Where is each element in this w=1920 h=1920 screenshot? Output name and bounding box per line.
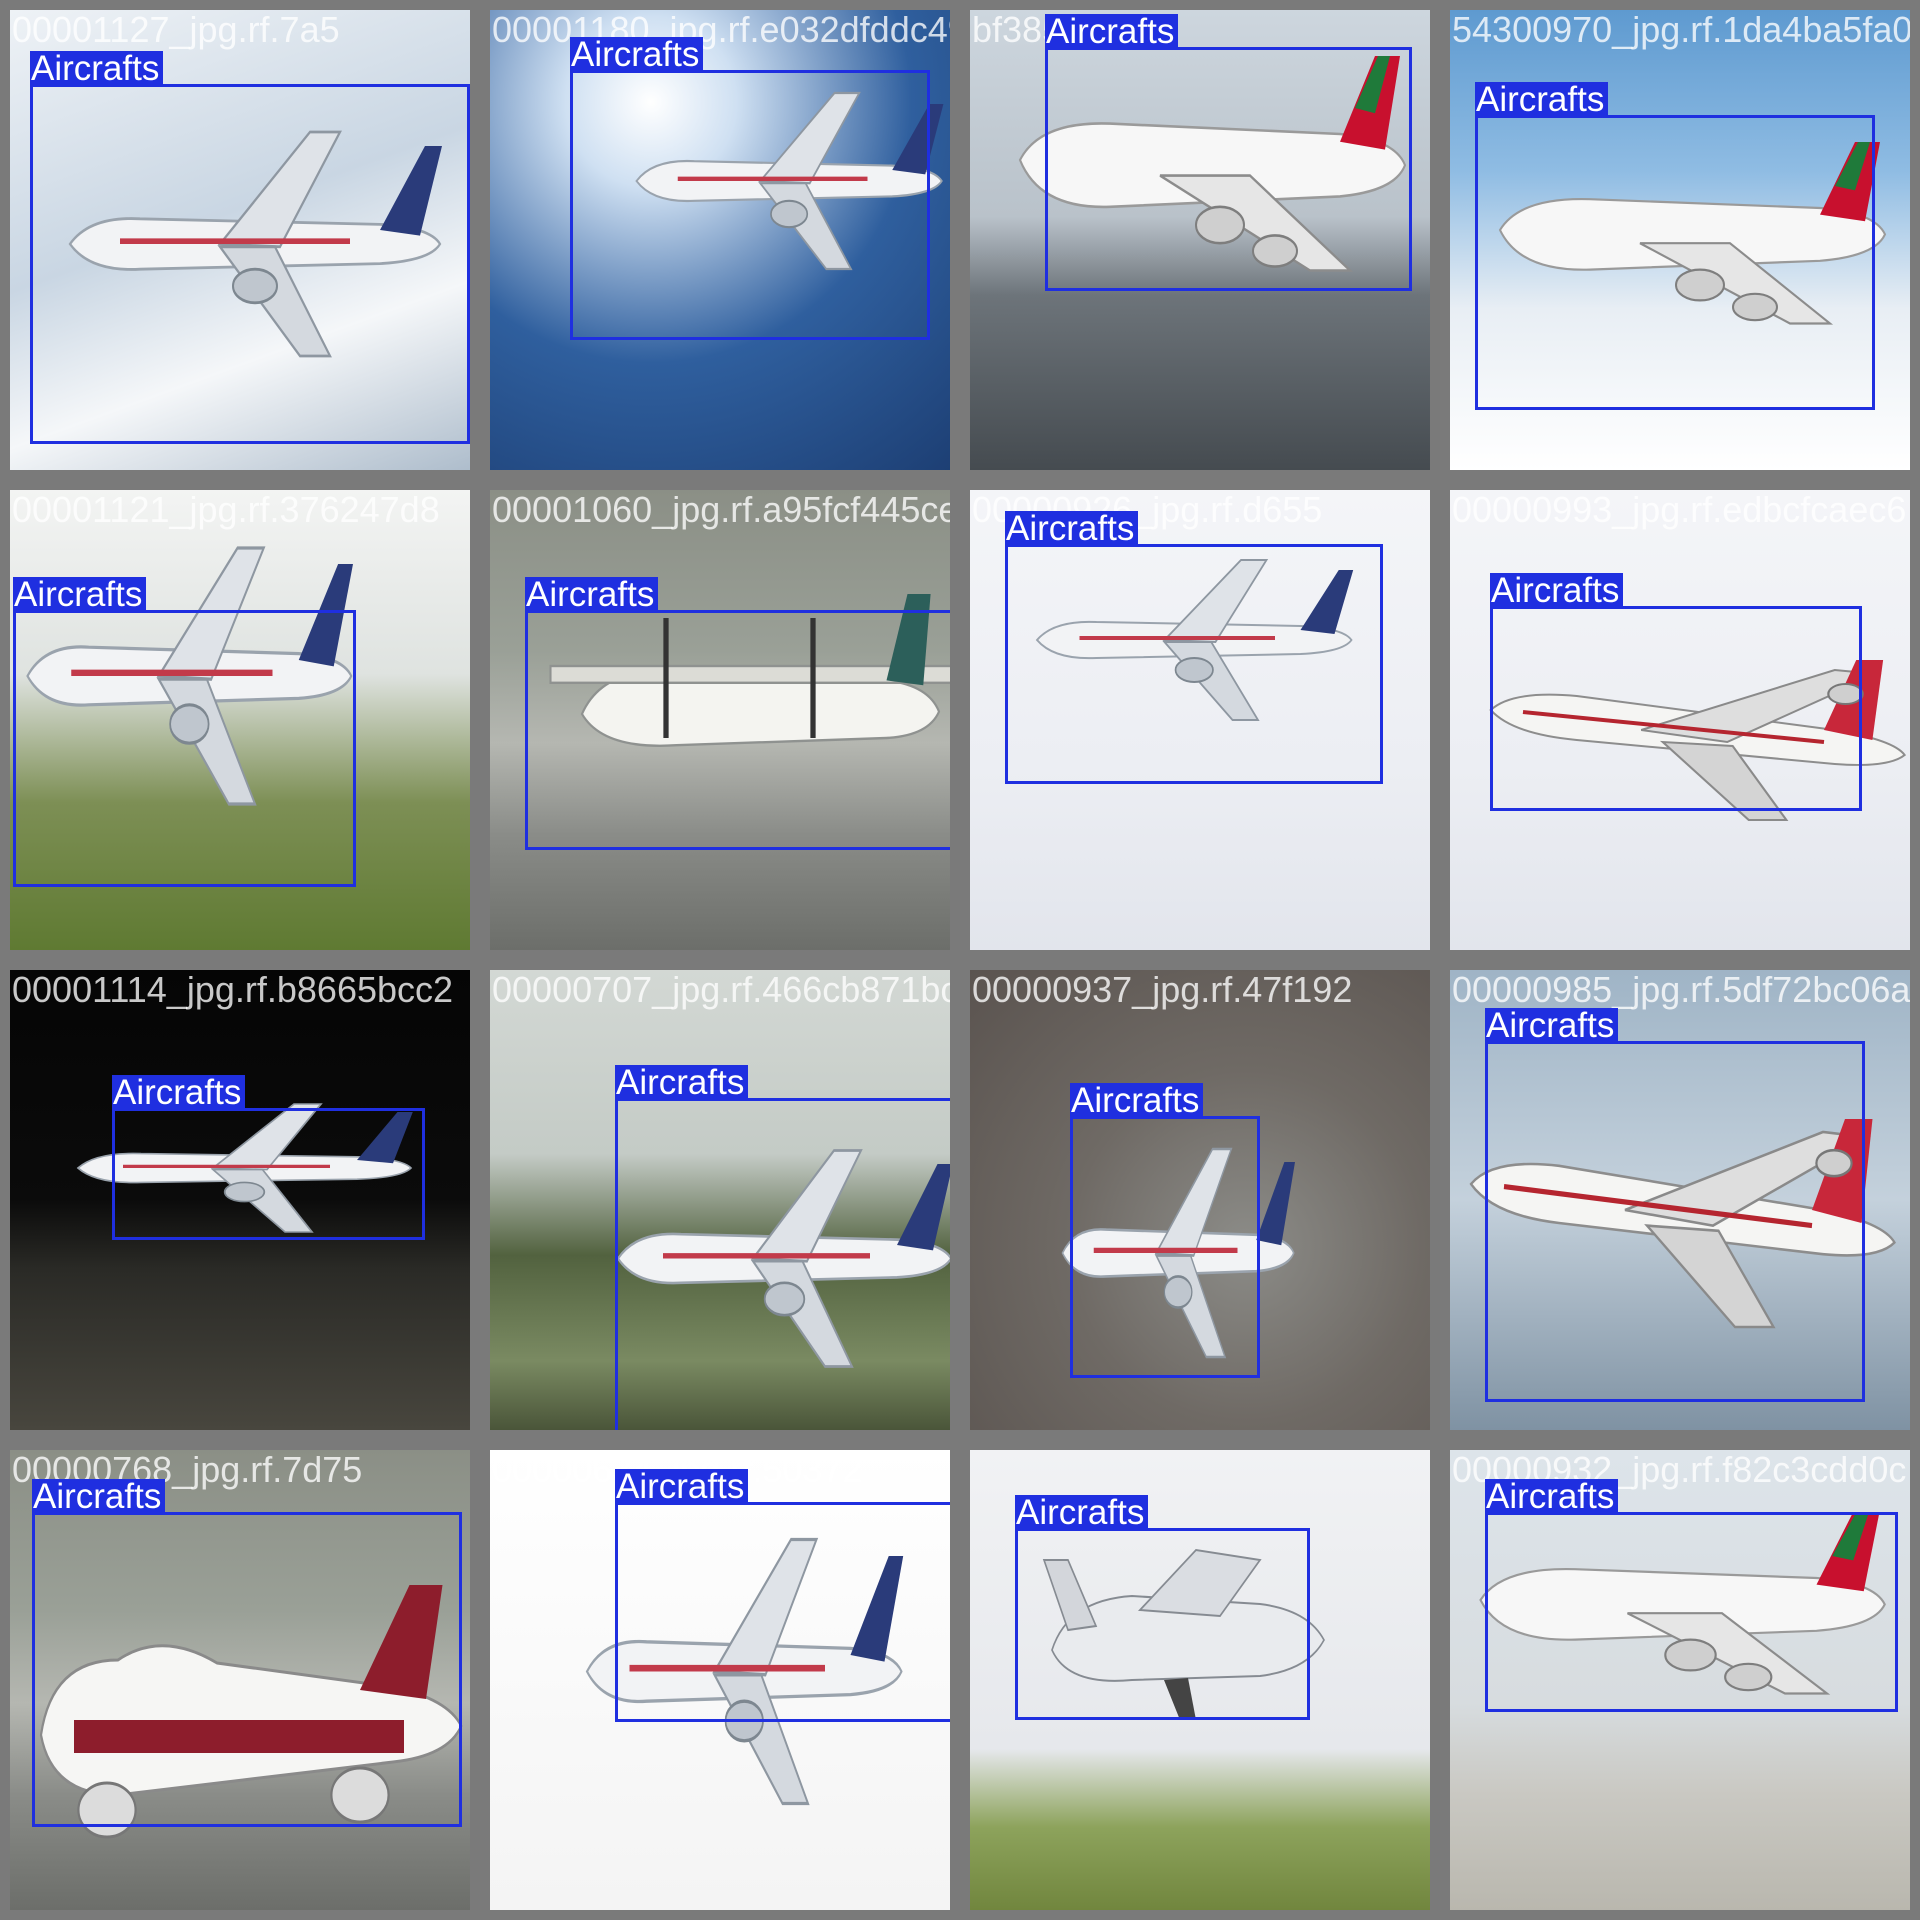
detection-label: Aircrafts [1475,82,1609,118]
mosaic-tile: 00000932_jpg.rf.f82c3cdd0c Aircrafts [1440,1440,1920,1920]
filename-label: 54300970_jpg.rf.1da4ba5fa01 [1452,10,1912,50]
detection-label: Aircrafts [1045,14,1179,50]
detection-label: Aircrafts [112,1075,246,1111]
mosaic-tile: 00001180_jpg.rf.e032dfddc496 Aircrafts [480,0,960,480]
detection-box: Aircrafts [615,1469,950,1722]
mosaic-tile: 00001060_jpg.rf.a95fcf445cee Aircrafts [480,480,960,960]
filename-label: 00000937_jpg.rf.47f192 [972,970,1353,1010]
filename-label: 00000985_jpg.rf.5df72bc06a [1452,970,1911,1010]
detection-box: Aircrafts [1070,1083,1260,1378]
detection-box: Aircrafts [525,577,950,850]
detection-label: Aircrafts [13,577,147,613]
detection-box: Aircrafts [13,577,356,887]
mosaic-tile: 00000634_jpg.rf.50372Aircrafts [480,1440,960,1920]
filename-label: 00000707_jpg.rf.466cb871bc [492,970,952,1010]
mosaic-tile: 00000768_jpg.rf.7d75 Aircrafts [0,1440,480,1920]
mosaic-tile: 00001121_jpg.rf.376247d8 Aircrafts [0,480,480,960]
detection-box: Aircrafts [1490,573,1862,811]
mosaic-tile: 00000707_jpg.rf.466cb871bc Aircrafts [480,960,960,1440]
detection-label: Aircrafts [1490,573,1624,609]
detection-box: Aircrafts [1015,1495,1310,1720]
filename-label: 00001127_jpg.rf.7a5 [12,10,340,50]
detection-label: Aircrafts [1485,1479,1619,1515]
detection-box: Aircrafts [1485,1479,1898,1712]
mosaic-tile: bf385193d8Aircrafts [960,0,1440,480]
detection-box: Aircrafts [1485,1008,1865,1402]
detection-label: Aircrafts [1015,1495,1149,1531]
detection-label: Aircrafts [570,37,704,73]
detection-box: Aircrafts [615,1065,950,1430]
mosaic-tile: 00000926_jpg.rf.d655 Aircrafts [960,480,1440,960]
detection-label: Aircrafts [1005,511,1139,547]
detection-box: Aircrafts [1475,82,1875,410]
detection-box: Aircrafts [570,37,930,340]
detection-box: Aircrafts [30,51,470,444]
detection-box: Aircrafts [32,1479,462,1827]
mosaic-tile: 00001127_jpg.rf.7a5 Aircrafts [0,0,480,480]
mosaic-tile: 00000993_jpg.rf.edbcfcaec6 Aircrafts [1440,480,1920,960]
filename-label: 00000993_jpg.rf.edbcfcaec6 [1452,490,1907,530]
detection-label: Aircrafts [1070,1083,1204,1119]
filename-label: 00001121_jpg.rf.376247d8 [12,490,440,530]
detection-box: Aircrafts [1045,14,1412,291]
filename-label: 00001060_jpg.rf.a95fcf445cee [492,490,952,530]
filename-label: 00001180_jpg.rf.e032dfddc496 [492,10,952,50]
detection-box: Aircrafts [1005,511,1383,784]
detection-label: Aircrafts [1485,1008,1619,1044]
detection-label: Aircrafts [525,577,659,613]
mosaic-tile: 00000985_jpg.rf.5df72bc06a Aircrafts [1440,960,1920,1440]
detection-label: Aircrafts [32,1479,166,1515]
filename-label: 00001114_jpg.rf.b8665bcc2 [12,970,454,1010]
mosaic-tile: Aircrafts [960,1440,1440,1920]
detection-label: Aircrafts [615,1065,749,1101]
mosaic-grid: 00001127_jpg.rf.7a5 Aircrafts 00001180_jpg… [0,0,1920,1920]
detection-label: Aircrafts [30,51,164,87]
mosaic-tile: 00000937_jpg.rf.47f192 Aircrafts [960,960,1440,1440]
mosaic-tile: 00001114_jpg.rf.b8665bcc2 Aircrafts [0,960,480,1440]
detection-box: Aircrafts [112,1075,425,1240]
detection-label: Aircrafts [615,1469,749,1505]
mosaic-tile: 54300970_jpg.rf.1da4ba5fa01 Aircrafts [1440,0,1920,480]
